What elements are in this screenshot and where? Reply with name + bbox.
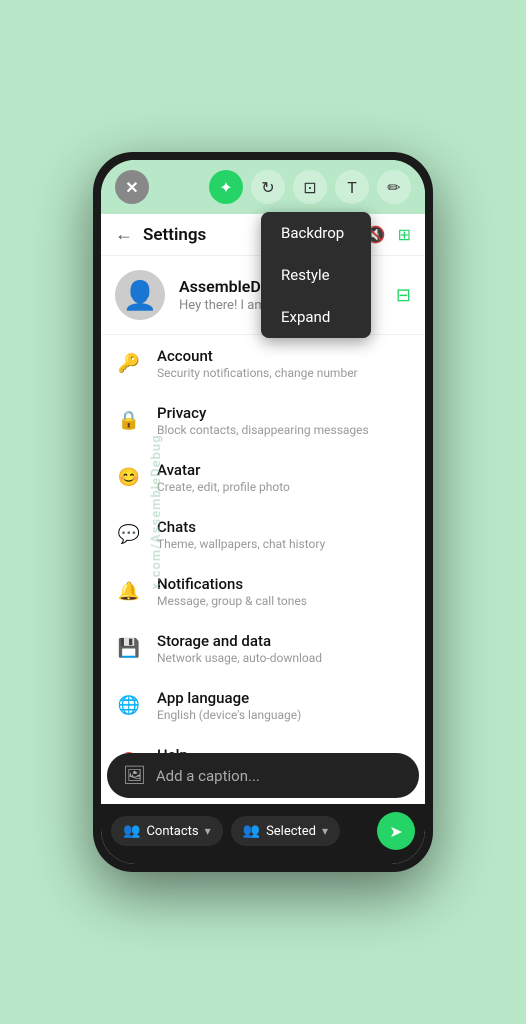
storage-subtitle: Network usage, auto-download — [157, 651, 322, 665]
help-title: Help — [157, 746, 357, 753]
pen-icon-button[interactable]: ✏ — [377, 170, 411, 204]
settings-item-account[interactable]: 🔑 Account Security notifications, change… — [101, 335, 425, 392]
privacy-title: Privacy — [157, 404, 369, 422]
contacts-chevron: ▾ — [205, 824, 211, 838]
avatar-icon: 😊 — [115, 464, 143, 492]
text-icon-button[interactable]: T — [335, 170, 369, 204]
header-icons: 🔇 ⊞ — [366, 225, 411, 244]
avatar-subtitle: Create, edit, profile photo — [157, 480, 290, 494]
privacy-text: Privacy Block contacts, disappearing mes… — [157, 404, 369, 437]
send-button[interactable]: ➤ — [377, 812, 415, 850]
language-icon: 🌐 — [115, 692, 143, 720]
back-icon[interactable]: ← — [115, 224, 133, 245]
magic-icon-button[interactable]: ✦ — [209, 170, 243, 204]
storage-title: Storage and data — [157, 632, 322, 650]
settings-item-help[interactable]: ❓ Help Help center, contact us, privacy … — [101, 734, 425, 753]
language-title: App language — [157, 689, 301, 707]
close-button[interactable]: ✕ — [115, 170, 149, 204]
caption-bar[interactable]: 🖼 Add a caption... — [107, 753, 419, 798]
qr-code-icon[interactable]: ⊟ — [396, 285, 411, 306]
settings-item-avatar[interactable]: 😊 Avatar Create, edit, profile photo — [101, 449, 425, 506]
selected-chevron: ▾ — [322, 824, 328, 838]
notifications-text: Notifications Message, group & call tone… — [157, 575, 307, 608]
settings-item-privacy[interactable]: 🔒 Privacy Block contacts, disappearing m… — [101, 392, 425, 449]
notifications-title: Notifications — [157, 575, 307, 593]
privacy-icon: 🔒 — [115, 407, 143, 435]
phone-screen: ✕ ✦ ↻ ⊡ T ✏ Backdrop Restyle Expand ← Se… — [101, 160, 425, 864]
settings-item-chats[interactable]: 💬 Chats Theme, wallpapers, chat history — [101, 506, 425, 563]
avatar-text: Avatar Create, edit, profile photo — [157, 461, 290, 494]
account-text: Account Security notifications, change n… — [157, 347, 358, 380]
caption-placeholder: Add a caption... — [156, 767, 260, 785]
bottom-bar: 👥 Contacts ▾ 👥 Selected ▾ ➤ — [101, 804, 425, 864]
account-subtitle: Security notifications, change number — [157, 366, 358, 380]
toolbar-icons: ✦ ↻ ⊡ T ✏ — [209, 170, 411, 204]
dropdown-item-expand[interactable]: Expand — [261, 296, 371, 338]
chats-text: Chats Theme, wallpapers, chat history — [157, 518, 325, 551]
phone-frame: ✕ ✦ ↻ ⊡ T ✏ Backdrop Restyle Expand ← Se… — [93, 152, 433, 872]
chats-icon: 💬 — [115, 521, 143, 549]
dropdown-menu: Backdrop Restyle Expand — [261, 212, 371, 338]
caption-image-icon: 🖼 — [123, 765, 146, 786]
account-title: Account — [157, 347, 358, 365]
contacts-icon: 👥 — [123, 823, 140, 839]
qr-icon[interactable]: ⊞ — [398, 225, 411, 244]
settings-item-storage[interactable]: 💾 Storage and data Network usage, auto-d… — [101, 620, 425, 677]
account-icon: 🔑 — [115, 350, 143, 378]
language-text: App language English (device's language) — [157, 689, 301, 722]
settings-list: 🔑 Account Security notifications, change… — [101, 335, 425, 753]
settings-item-language[interactable]: 🌐 App language English (device's languag… — [101, 677, 425, 734]
storage-icon: 💾 — [115, 635, 143, 663]
notifications-subtitle: Message, group & call tones — [157, 594, 307, 608]
settings-title: Settings — [143, 225, 206, 245]
selected-icon: 👥 — [243, 823, 260, 839]
crop-icon-button[interactable]: ⊡ — [293, 170, 327, 204]
chats-subtitle: Theme, wallpapers, chat history — [157, 537, 325, 551]
selected-chip[interactable]: 👥 Selected ▾ — [231, 816, 340, 846]
selected-label: Selected — [266, 824, 316, 839]
avatar: 👤 — [115, 270, 165, 320]
avatar-title: Avatar — [157, 461, 290, 479]
top-toolbar: ✕ ✦ ↻ ⊡ T ✏ — [101, 160, 425, 214]
chats-title: Chats — [157, 518, 325, 536]
privacy-subtitle: Block contacts, disappearing messages — [157, 423, 369, 437]
language-subtitle: English (device's language) — [157, 708, 301, 722]
storage-text: Storage and data Network usage, auto-dow… — [157, 632, 322, 665]
contacts-label: Contacts — [146, 824, 198, 839]
help-text: Help Help center, contact us, privacy po… — [157, 746, 357, 753]
contacts-chip[interactable]: 👥 Contacts ▾ — [111, 816, 223, 846]
dropdown-item-restyle[interactable]: Restyle — [261, 254, 371, 296]
notifications-icon: 🔔 — [115, 578, 143, 606]
dropdown-item-backdrop[interactable]: Backdrop — [261, 212, 371, 254]
settings-item-notifications[interactable]: 🔔 Notifications Message, group & call to… — [101, 563, 425, 620]
rotate-icon-button[interactable]: ↻ — [251, 170, 285, 204]
